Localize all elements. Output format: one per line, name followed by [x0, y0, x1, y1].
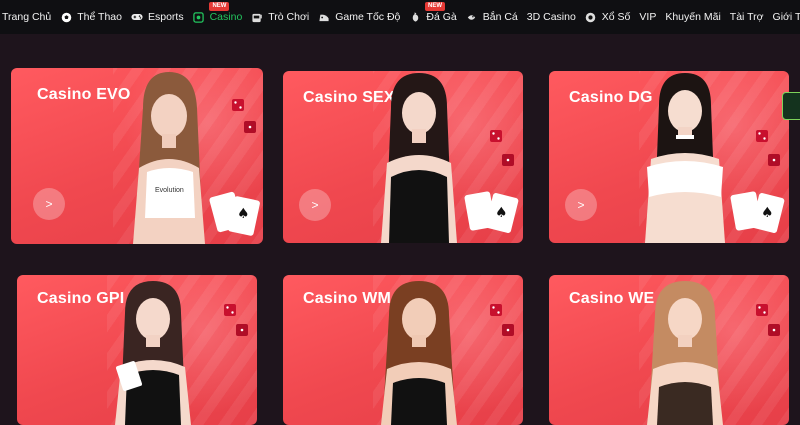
nav-item-label: Trò Chơi [268, 11, 310, 23]
nav-item-casino[interactable]: NEW Casino [193, 2, 243, 23]
dice-icon [756, 130, 768, 142]
dice-icon [768, 154, 780, 166]
go-button[interactable]: > [299, 189, 331, 221]
dice-icon [502, 324, 514, 336]
casino-card-dg[interactable]: Casino DG ♠ > [549, 71, 789, 243]
nav-item-label: Giới Thiệu Bạn Bè [772, 11, 800, 23]
casino-card-sexy[interactable]: Casino SEXY ♠ > [283, 71, 523, 243]
go-button[interactable]: > [565, 189, 597, 221]
casino-card-evo[interactable]: Casino EVO Evolution ♠ > [11, 68, 263, 244]
nav-item-label: Casino [209, 11, 243, 23]
nav-item-promotions[interactable]: Khuyến Mãi [665, 11, 720, 23]
chevron-right-icon: > [311, 198, 319, 212]
dice-icon [756, 304, 768, 316]
nav-item-label: Bắn Cá [482, 11, 518, 23]
dice-icon [224, 304, 236, 316]
nav-item-games[interactable]: Trò Chơi [251, 11, 309, 23]
floating-side-badge[interactable] [782, 92, 800, 120]
nav-item-vip[interactable]: VIP [639, 11, 656, 23]
svg-text:♠: ♠ [495, 205, 508, 221]
dice-icon [502, 154, 514, 166]
chevron-right-icon: > [577, 198, 585, 212]
speed-icon [318, 11, 330, 23]
nav-item-label: Thể Thao [77, 11, 122, 23]
nav-item-label: 3D Casino [526, 11, 576, 23]
casino-card-we[interactable]: Casino WE [549, 275, 789, 425]
nav-item-label: Khuyến Mãi [665, 11, 721, 23]
nav-item-referral[interactable]: Giới Thiệu Bạn Bè [773, 11, 800, 23]
dice-icon [490, 130, 502, 142]
rooster-icon [409, 11, 421, 23]
casino-card-gpi[interactable]: Casino GPI [17, 275, 257, 425]
go-button[interactable]: > [33, 188, 65, 220]
nav-item-label: Đá Gà [426, 11, 457, 23]
svg-text:♠: ♠ [761, 205, 774, 221]
nav-item-sponsors[interactable]: Tài Trợ [730, 11, 764, 23]
soccer-ball-icon [60, 11, 72, 23]
dealer-image [381, 281, 457, 425]
playing-cards-icon: ♠ [209, 191, 260, 236]
dealer-image [647, 281, 723, 425]
nav-item-sports[interactable]: Thể Thao [60, 11, 122, 23]
casino-card-wm[interactable]: Casino WM [283, 275, 523, 425]
dice-icon [490, 304, 502, 316]
shirt-logo-text: Evolution [155, 187, 184, 194]
nav-item-cockfight[interactable]: NEW Đá Gà [409, 2, 457, 23]
nav-item-3d-casino[interactable]: 3D Casino [527, 11, 576, 23]
dice-icon [232, 99, 244, 111]
nav-item-label: Tài Trợ [729, 11, 764, 23]
new-badge: NEW [425, 2, 446, 11]
chevron-right-icon: > [45, 197, 53, 211]
top-navigation: Trang Chủ Thể Thao Esports NEW Casino Tr… [0, 0, 800, 34]
nav-item-label: Esports [147, 11, 184, 23]
svg-text:♠: ♠ [237, 206, 250, 222]
fish-icon [466, 11, 478, 23]
nav-item-label: VIP [639, 11, 657, 23]
nav-item-lottery[interactable]: Xổ Số [585, 11, 631, 23]
dice-icon [768, 324, 780, 336]
casino-chip-icon [193, 11, 205, 23]
casino-grid: Casino EVO Evolution ♠ > Casino SEXY ♠ > [0, 34, 800, 425]
nav-item-home[interactable]: Trang Chủ [2, 11, 51, 23]
dice-icon [244, 121, 256, 133]
lottery-ball-icon [585, 11, 597, 23]
gamepad-icon [131, 11, 143, 23]
playing-cards-icon: ♠ [730, 191, 785, 233]
nav-item-label: Game Tốc Độ [335, 11, 401, 23]
nav-item-esports[interactable]: Esports [131, 11, 184, 23]
slot-machine-icon [251, 11, 263, 23]
playing-cards-icon: ♠ [464, 191, 519, 233]
dealer-image [115, 281, 191, 425]
nav-item-speed-games[interactable]: Game Tốc Độ [318, 11, 400, 23]
nav-item-fishing[interactable]: Bắn Cá [466, 11, 518, 23]
new-badge: NEW [209, 2, 230, 11]
nav-item-label: Trang Chủ [2, 11, 52, 23]
nav-item-label: Xổ Số [601, 11, 631, 23]
dice-icon [236, 324, 248, 336]
